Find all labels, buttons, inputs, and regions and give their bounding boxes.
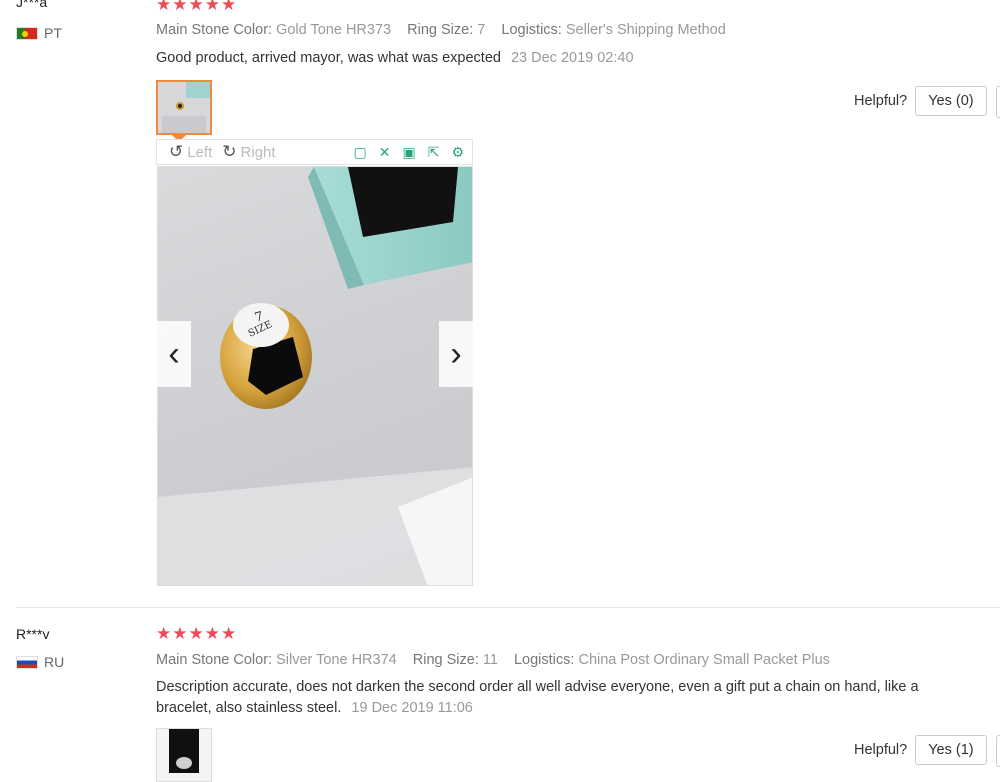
attr-value-ring-size: 11 (482, 652, 498, 668)
rotate-right-button[interactable]: ↻ Right (222, 142, 275, 162)
comment-text: Good product, arrived mayor, was what wa… (156, 50, 501, 66)
original-size-icon[interactable]: ▢ (354, 144, 367, 161)
viewer-actions: ▢ ✕ ▣ ⇱ ⚙ (354, 144, 473, 161)
review-attributes: Main Stone Color: Gold Tone HR373 Ring S… (156, 22, 726, 38)
attr-key-logistics: Logistics: (513, 652, 575, 668)
share-icon[interactable]: ⇱ (428, 144, 440, 161)
helpful-yes-button[interactable]: Yes (1) (915, 735, 987, 765)
image-viewer-toolbar: ↺ Left ↻ Right ▢ ✕ ▣ ⇱ ⚙ (156, 139, 473, 165)
review-comment: Description accurate, does not darken th… (156, 677, 976, 719)
photo-next-arrow[interactable]: › (439, 321, 473, 387)
helpful-yes-button[interactable]: Yes (0) (915, 86, 987, 116)
attr-key-ring-size: Ring Size: (412, 652, 479, 668)
photo-prev-arrow[interactable]: ‹ (157, 321, 191, 387)
rotate-left-icon: ↺ (169, 142, 184, 161)
reviewer-name: J***a (16, 0, 48, 10)
country-code: RU (44, 654, 65, 670)
rotate-right-label: Right (240, 143, 276, 161)
thumbnail-image (158, 82, 210, 133)
fullscreen-icon[interactable]: ✕ (379, 144, 391, 161)
attr-value-logistics: China Post Ordinary Small Packet Plus (578, 652, 830, 668)
attr-value-stone-color: Silver Tone HR374 (276, 652, 397, 668)
ring-photo: 7 SIZE (158, 167, 472, 585)
russia-flag-icon (16, 655, 38, 669)
helpful-label: Helpful? (854, 742, 908, 758)
reviewer-country: PT (16, 25, 62, 41)
review-date: 23 Dec 2019 02:40 (510, 50, 634, 66)
review-date: 19 Dec 2019 11:06 (351, 700, 473, 716)
review-photo-large: 7 SIZE (157, 166, 473, 586)
comment-text: Description accurate, does not darken th… (156, 679, 919, 716)
portugal-flag-icon (16, 26, 38, 40)
review-divider (16, 607, 1000, 608)
helpful-no-button[interactable] (996, 735, 1000, 767)
attr-key-stone-color: Main Stone Color: (156, 652, 273, 668)
helpful-label: Helpful? (854, 93, 908, 109)
reviewer-country: RU (16, 654, 64, 670)
helpful-section: Helpful? Yes (1) (854, 735, 987, 765)
country-code: PT (44, 25, 62, 41)
attr-key-stone-color: Main Stone Color: (156, 22, 273, 38)
attr-value-ring-size: 7 (477, 22, 486, 38)
attr-key-logistics: Logistics: (501, 22, 562, 38)
attr-key-ring-size: Ring Size: (407, 22, 474, 38)
review-comment: Good product, arrived mayor, was what wa… (156, 48, 976, 69)
attr-value-stone-color: Gold Tone HR373 (276, 22, 392, 38)
settings-icon[interactable]: ⚙ (451, 144, 464, 161)
rating-stars: ★★★★★ (156, 624, 238, 643)
attr-value-logistics: Seller's Shipping Method (565, 22, 726, 38)
helpful-section: Helpful? Yes (0) (854, 86, 987, 116)
rotate-left-button[interactable]: ↺ Left (169, 142, 212, 162)
review-photo-thumbnail[interactable] (156, 728, 212, 782)
rotate-left-label: Left (187, 143, 213, 161)
rating-stars: ★★★★★ (156, 0, 238, 14)
helpful-no-button[interactable] (996, 86, 1000, 118)
review-attributes: Main Stone Color: Silver Tone HR374 Ring… (156, 652, 830, 668)
save-icon[interactable]: ▣ (402, 144, 415, 161)
reviewer-name: R***v (16, 626, 50, 642)
review-photo-thumbnail[interactable] (156, 80, 212, 135)
rotate-right-icon: ↻ (222, 142, 237, 161)
thumbnail-image (157, 729, 211, 781)
